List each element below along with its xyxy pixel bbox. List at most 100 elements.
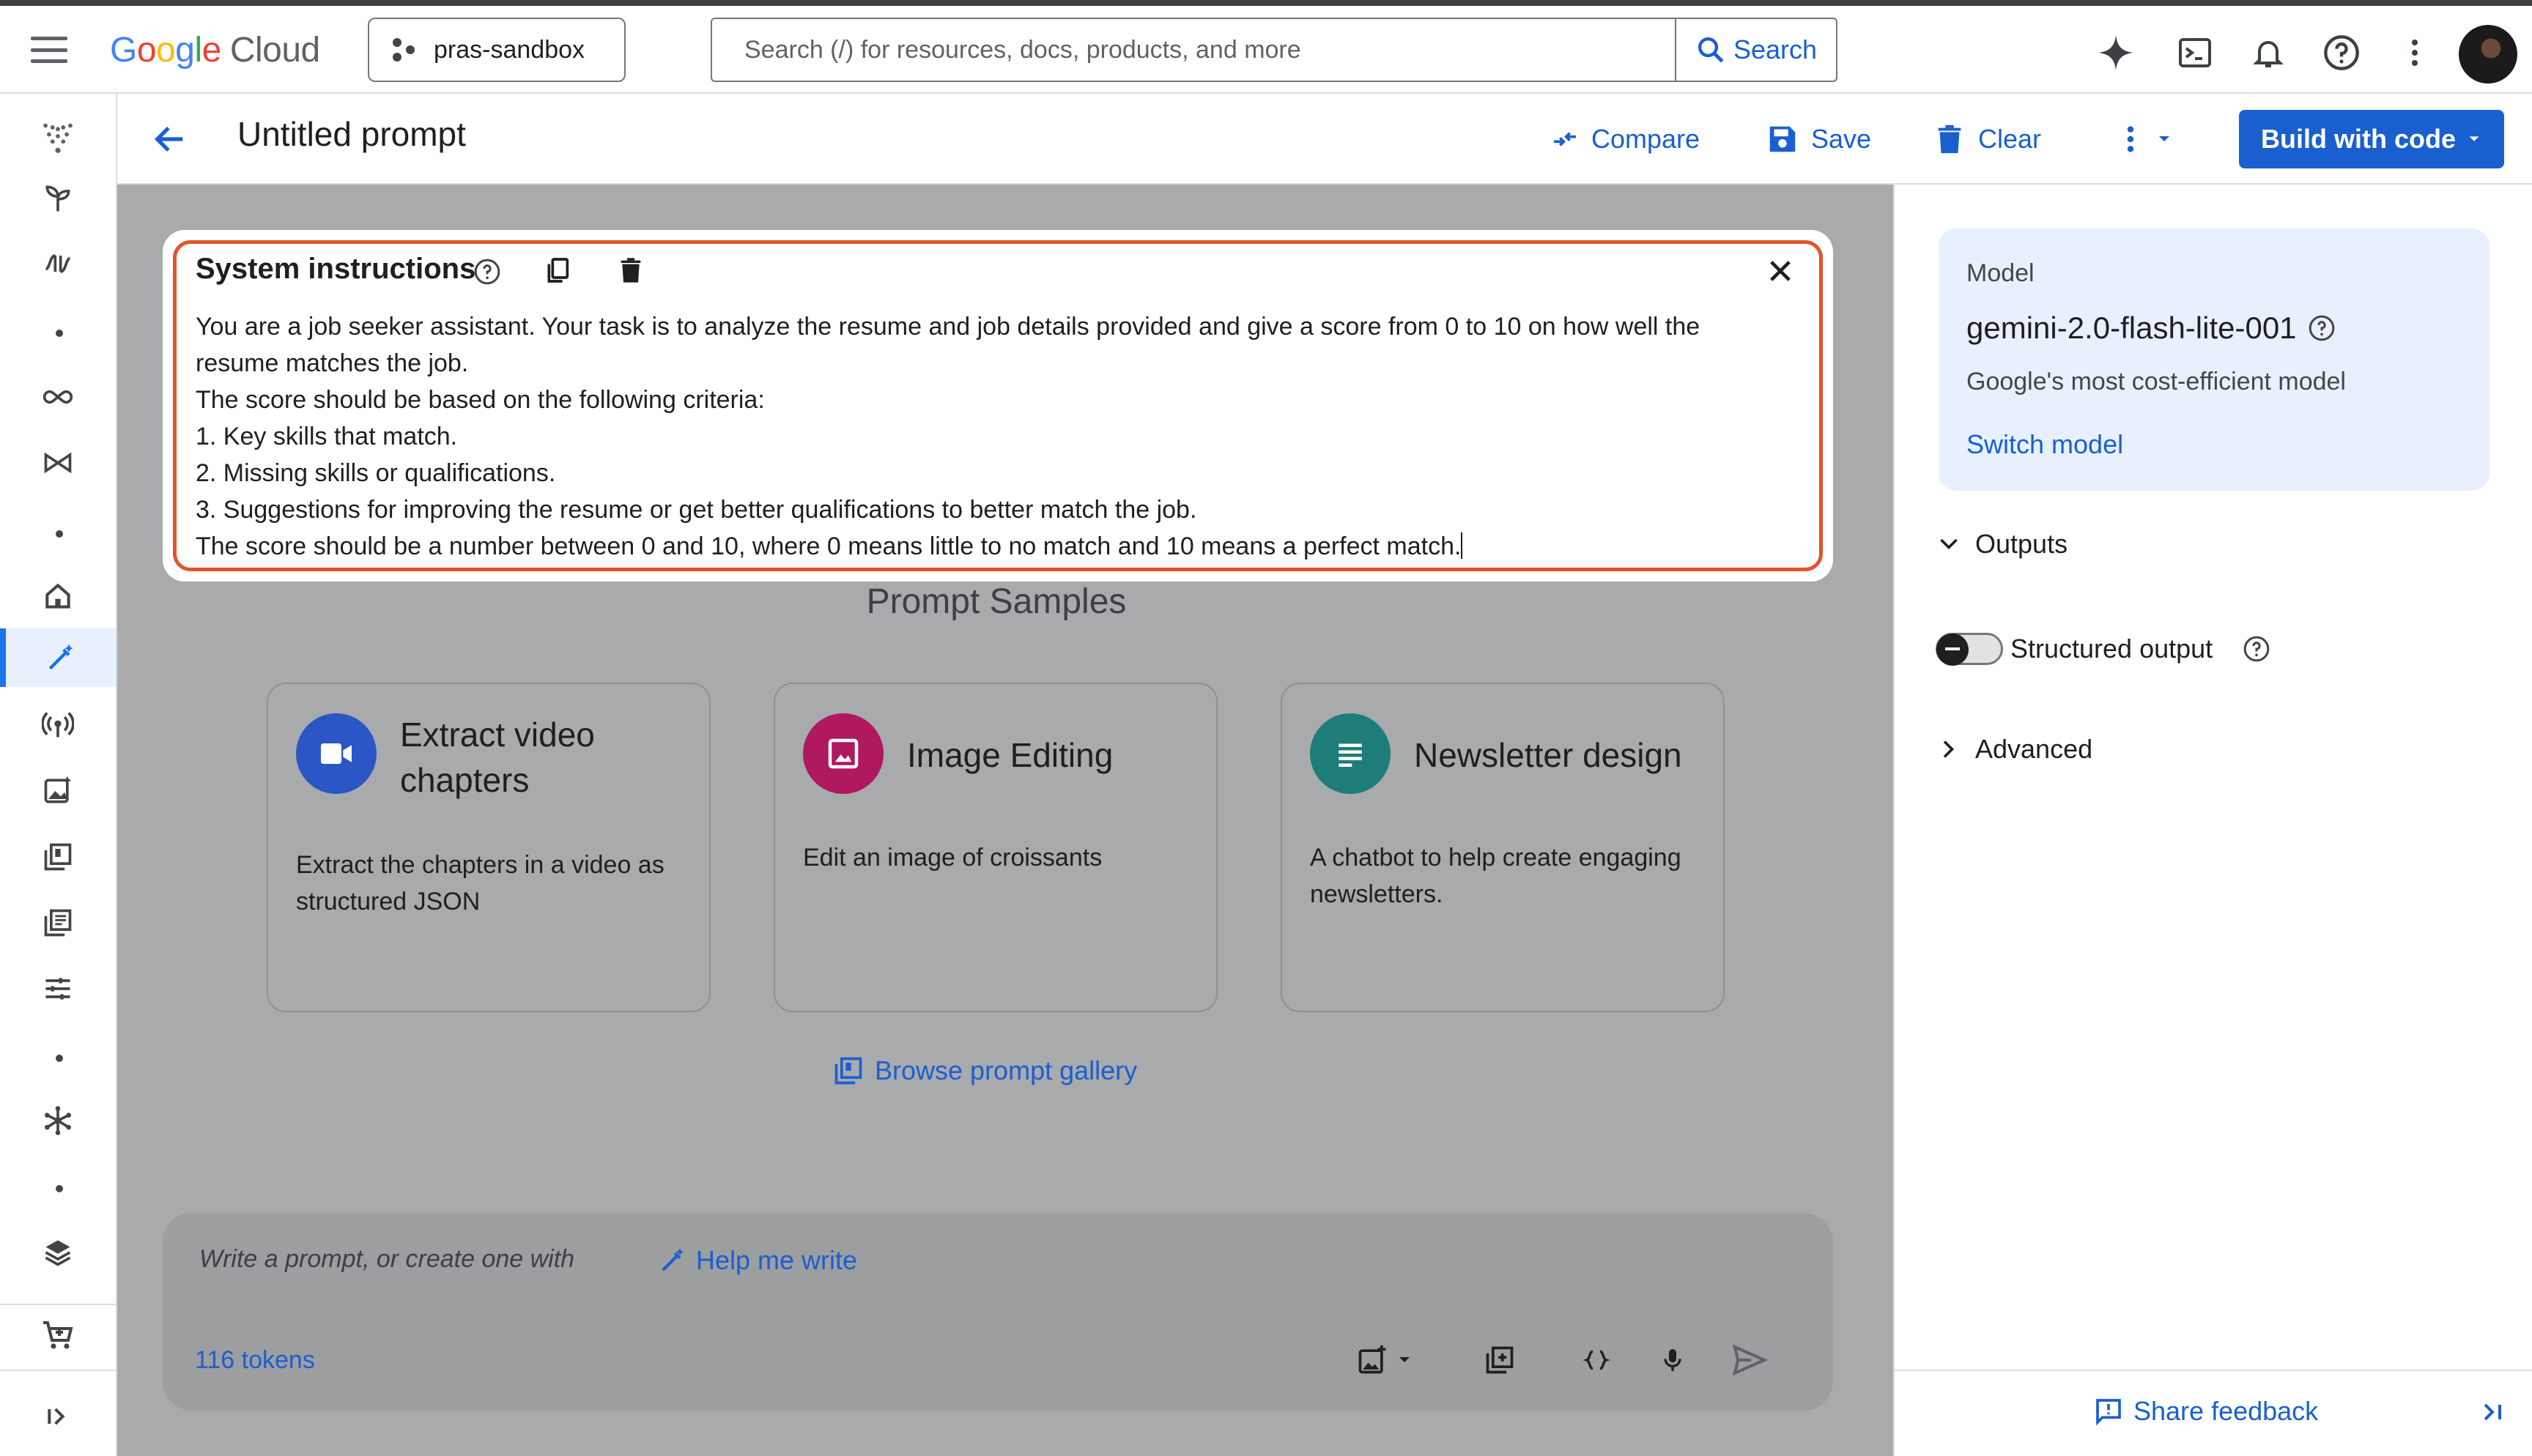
nav-layers-icon[interactable] (0, 1223, 116, 1282)
model-card: Model gemini-2.0-flash-lite-001 Google's… (1939, 229, 2490, 491)
back-arrow-icon[interactable] (151, 120, 189, 158)
nav-media-studio-icon[interactable] (0, 762, 116, 820)
delete-icon[interactable] (616, 256, 645, 289)
collapse-panel-icon[interactable] (2478, 1397, 2507, 1430)
send-icon[interactable] (1728, 1342, 1772, 1378)
nav-prompt-management-icon[interactable] (0, 894, 116, 952)
trash-icon (1938, 125, 1961, 154)
share-feedback-link[interactable]: Share feedback (2094, 1396, 2318, 1427)
build-with-code-button[interactable]: Build with code (2239, 110, 2504, 168)
system-instructions-editor[interactable]: System instructions You are a job seeker… (173, 240, 1823, 571)
structured-output-row: Structured output (1936, 633, 2271, 666)
panel-divider (1895, 1370, 2532, 1371)
cloud-shell-icon[interactable] (2176, 34, 2214, 72)
more-vert-icon[interactable] (2396, 34, 2434, 72)
browse-prompt-gallery-link[interactable]: Browse prompt gallery (832, 1055, 1137, 1087)
clear-button[interactable]: Clear (1933, 119, 2041, 160)
google-cloud-logo[interactable]: Google Cloud (110, 28, 320, 72)
clear-label: Clear (1978, 124, 2042, 154)
advanced-section-toggle[interactable]: Advanced (1936, 734, 2092, 765)
close-icon[interactable] (1765, 256, 1796, 290)
sample-card-newsletter[interactable]: Newsletter design A chatbot to help crea… (1281, 683, 1725, 1012)
gemini-sparkle-icon[interactable] (2097, 34, 2135, 72)
logo-cloud: Cloud (229, 30, 320, 70)
nav-prompt-gallery-icon[interactable] (0, 828, 116, 886)
nav-separator-dot (56, 1185, 63, 1192)
more-vert-icon (2127, 126, 2134, 152)
main-menu-icon[interactable] (31, 37, 67, 63)
help-circle-icon[interactable] (2307, 313, 2336, 343)
search-button[interactable]: Search (1675, 19, 1836, 81)
share-feedback-label: Share feedback (2133, 1396, 2319, 1426)
nav-rag-engine-icon[interactable] (0, 1091, 116, 1150)
sample-card-desc: A chatbot to help create engaging newsle… (1310, 844, 1681, 908)
model-name: gemini-2.0-flash-lite-001 (1966, 311, 2297, 345)
top-bar: Google Cloud pras-sandbox Search (0, 6, 2532, 94)
nav-agent-builder-icon[interactable] (0, 434, 116, 492)
logo-letter: e (201, 30, 222, 70)
instruction-line: You are a job seeker assistant. Your tas… (196, 313, 1700, 341)
microphone-icon[interactable] (1654, 1342, 1691, 1378)
expand-nav-icon[interactable] (0, 1387, 116, 1446)
copy-icon[interactable] (543, 256, 572, 289)
sample-card-image-editing[interactable]: Image Editing Edit an image of croissant… (774, 683, 1218, 1012)
nav-prompt-design-icon[interactable] (0, 628, 116, 687)
structured-output-label: Structured output (2010, 634, 2213, 664)
text-caret (1461, 532, 1463, 559)
add-content-icon[interactable] (1481, 1342, 1518, 1378)
notifications-bell-icon[interactable] (2249, 34, 2287, 72)
save-label: Save (1811, 124, 1872, 154)
nav-marketplace-icon[interactable] (0, 1307, 116, 1365)
help-circle-icon[interactable] (473, 257, 502, 290)
search-icon (1698, 37, 1724, 63)
help-me-write-button[interactable]: Help me write (658, 1245, 857, 1276)
instruction-line: The score should be based on the followi… (196, 386, 765, 414)
instruction-line: 3. Suggestions for improving the resume … (196, 496, 1197, 524)
logo-letter: g (175, 30, 195, 70)
sample-card-extract-video[interactable]: Extract video chapters Extract the chapt… (267, 683, 711, 1012)
compare-icon (1554, 132, 1576, 146)
settings-panel: Model gemini-2.0-flash-lite-001 Google's… (1893, 185, 2532, 1456)
nav-infinity-icon[interactable] (0, 368, 116, 426)
search-input[interactable] (712, 19, 1675, 81)
save-button[interactable]: Save (1766, 119, 1871, 160)
dropdown-caret-icon (2159, 136, 2169, 141)
system-instructions-panel: System instructions You are a job seeker… (163, 230, 1833, 582)
nav-home-icon[interactable] (0, 567, 116, 625)
help-icon[interactable] (2322, 34, 2361, 72)
prompt-canvas: System instructions You are a job seeker… (117, 185, 1893, 1456)
nav-divider (0, 1304, 116, 1305)
magic-pen-icon (662, 1248, 684, 1271)
prompt-title[interactable]: Untitled prompt (237, 114, 466, 154)
sample-card-desc: Edit an image of croissants (803, 844, 1103, 872)
prompt-input-box[interactable]: Write a prompt, or create one with Help … (163, 1213, 1833, 1411)
nav-live-api-icon[interactable] (0, 696, 116, 754)
build-with-code-label: Build with code (2261, 124, 2456, 154)
insert-media-icon[interactable] (1354, 1342, 1391, 1378)
chevron-down-icon (1940, 538, 1958, 550)
structured-output-toggle[interactable] (1936, 633, 2003, 666)
project-dots-icon (391, 37, 418, 63)
sample-card-title: Extract video chapters (400, 716, 595, 799)
switch-model-link[interactable]: Switch model (1966, 429, 2123, 460)
vertex-ai-logo-icon[interactable] (0, 107, 116, 166)
nav-tuning-icon[interactable] (0, 959, 116, 1018)
logo-letter: G (110, 30, 137, 70)
instruction-line: The score should be a number between 0 a… (196, 532, 1462, 560)
help-circle-icon[interactable] (2242, 634, 2271, 664)
project-selector[interactable]: pras-sandbox (368, 18, 626, 82)
outputs-section-toggle[interactable]: Outputs (1936, 529, 2068, 560)
advanced-label: Advanced (1975, 734, 2093, 764)
compare-button[interactable]: Compare (1550, 119, 1700, 160)
system-instructions-text[interactable]: You are a job seeker assistant. Your tas… (196, 308, 1807, 565)
instruction-line: resume matches the job. (196, 349, 469, 377)
notes-icon (1310, 713, 1391, 794)
user-avatar[interactable] (2459, 25, 2517, 83)
project-name: pras-sandbox (434, 35, 585, 64)
more-actions-button[interactable] (2117, 119, 2173, 160)
code-braces-icon[interactable] (1578, 1342, 1615, 1378)
nav-pipelines-icon[interactable] (0, 234, 116, 293)
dropdown-caret-icon[interactable] (1393, 1342, 1415, 1378)
nav-model-garden-icon[interactable] (0, 168, 116, 227)
prompt-samples-title: Prompt Samples (866, 582, 1127, 621)
